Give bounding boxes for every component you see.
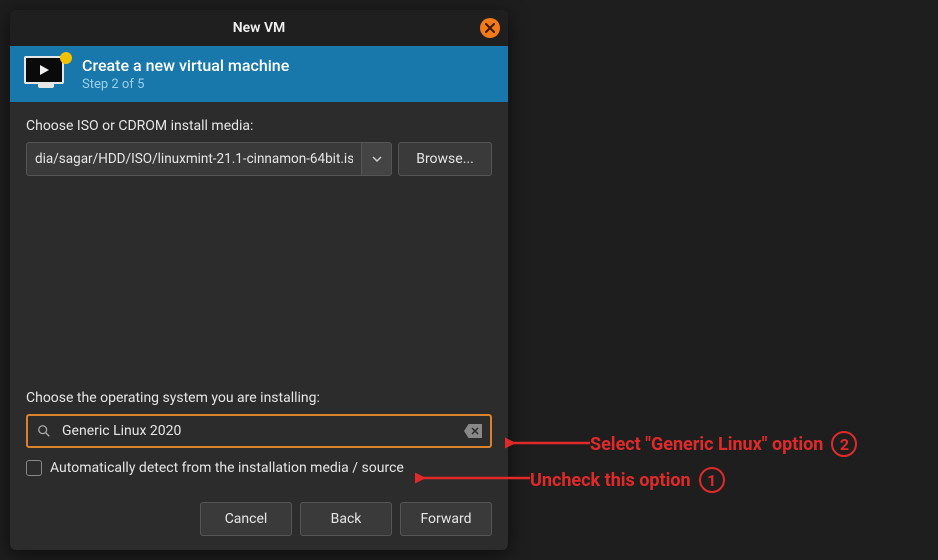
annotation-2: Select "Generic Linux" option 2	[590, 431, 857, 457]
media-path-input[interactable]	[27, 143, 361, 175]
media-path-combo[interactable]	[26, 142, 392, 176]
os-input-wrap	[26, 414, 492, 448]
wizard-header-text: Create a new virtual machine Step 2 of 5	[82, 56, 289, 92]
annotation-1: Uncheck this option 1	[530, 467, 725, 493]
wizard-step: Step 2 of 5	[82, 77, 289, 92]
search-icon	[36, 423, 52, 439]
browse-button[interactable]: Browse...	[398, 142, 492, 176]
wizard-header: Create a new virtual machine Step 2 of 5	[10, 46, 508, 102]
forward-button[interactable]: Forward	[400, 502, 492, 536]
new-vm-window: New VM Create a new virtual machine Step…	[10, 10, 508, 550]
annotation-arrow-1	[415, 471, 530, 485]
titlebar[interactable]: New VM	[10, 10, 508, 46]
close-icon[interactable]	[480, 18, 500, 38]
auto-detect-label: Automatically detect from the installati…	[50, 460, 404, 476]
media-row: Browse...	[26, 142, 492, 176]
back-button[interactable]: Back	[300, 502, 392, 536]
chevron-down-icon	[372, 156, 382, 162]
os-label: Choose the operating system you are inst…	[26, 390, 492, 406]
annotation-1-badge: 1	[699, 467, 725, 493]
wizard-title: Create a new virtual machine	[82, 56, 289, 75]
window-title: New VM	[233, 20, 286, 36]
cancel-button[interactable]: Cancel	[200, 502, 292, 536]
wizard-content: Choose ISO or CDROM install media: Brows…	[10, 102, 508, 492]
media-label: Choose ISO or CDROM install media:	[26, 118, 492, 134]
annotation-2-badge: 2	[831, 431, 857, 457]
wizard-footer: Cancel Back Forward	[10, 492, 508, 550]
annotation-2-text: Select "Generic Linux" option	[590, 434, 823, 455]
media-dropdown-button[interactable]	[361, 143, 391, 175]
annotation-arrow-2	[505, 436, 590, 450]
annotation-1-text: Uncheck this option	[530, 470, 691, 491]
os-search-input[interactable]	[26, 414, 492, 448]
auto-detect-checkbox[interactable]	[26, 460, 42, 476]
vm-icon	[24, 56, 68, 92]
